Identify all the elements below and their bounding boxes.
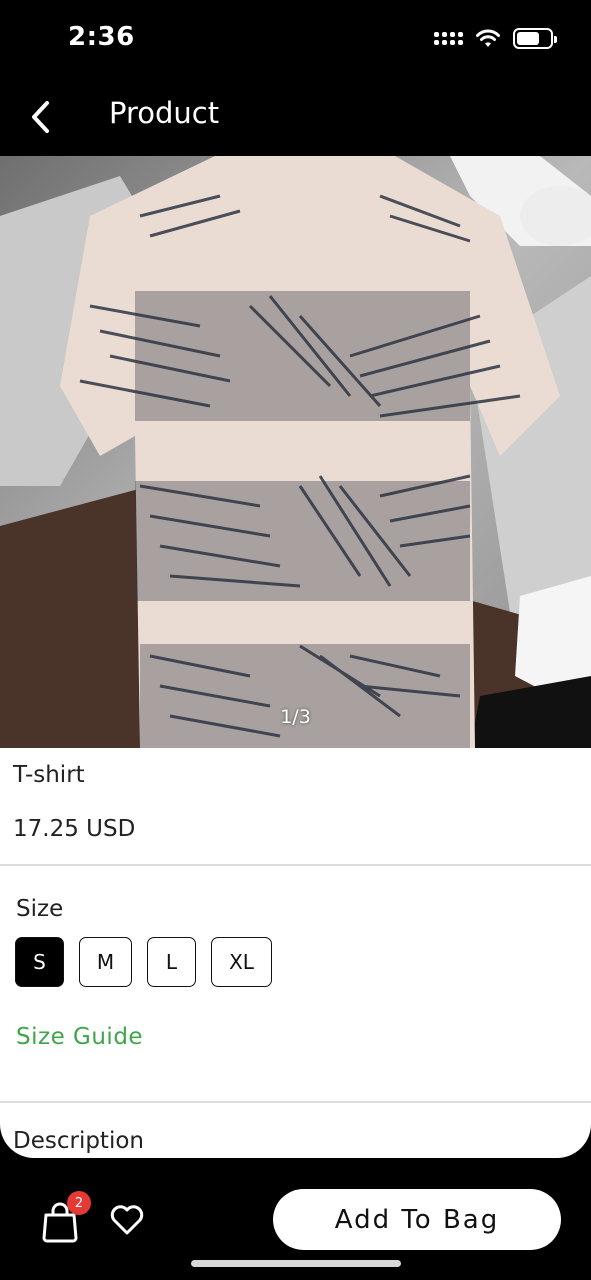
size-option-xl[interactable]: XL [211, 937, 272, 987]
page-title: Product [109, 96, 220, 130]
size-option-s[interactable]: S [15, 937, 64, 987]
product-image-gallery[interactable]: 1/3 [0, 156, 591, 748]
status-time: 2:36 [68, 22, 135, 52]
home-indicator [191, 1260, 401, 1267]
product-photo [0, 156, 591, 748]
battery-icon [513, 28, 557, 49]
product-details: T-shirt 17.25 USD Size S M L XL Size Gui… [0, 748, 591, 1158]
divider [0, 1101, 591, 1103]
size-options: S M L XL [15, 937, 272, 987]
image-counter: 1/3 [280, 706, 311, 728]
bag-count-badge: 2 [67, 1191, 91, 1215]
status-icons [434, 28, 557, 49]
description-heading[interactable]: Description [13, 1128, 144, 1154]
chevron-left-icon [32, 101, 49, 133]
product-price: 17.25 USD [13, 816, 136, 842]
status-bar: 2:36 [0, 0, 591, 78]
wishlist-button[interactable] [109, 1202, 145, 1238]
divider [0, 864, 591, 866]
size-option-l[interactable]: L [147, 937, 196, 987]
back-button[interactable] [18, 94, 64, 140]
cellular-signal-icon [434, 32, 463, 45]
product-name: T-shirt [13, 762, 85, 788]
size-label: Size [16, 896, 64, 922]
wifi-icon [476, 29, 500, 47]
navigation-bar: Product [0, 78, 591, 156]
heart-icon [110, 1205, 144, 1235]
size-guide-link[interactable]: Size Guide [16, 1024, 143, 1050]
add-to-bag-button[interactable]: Add To Bag [273, 1189, 561, 1250]
size-option-m[interactable]: M [79, 937, 132, 987]
bottom-action-bar: 2 Add To Bag [0, 1158, 591, 1280]
